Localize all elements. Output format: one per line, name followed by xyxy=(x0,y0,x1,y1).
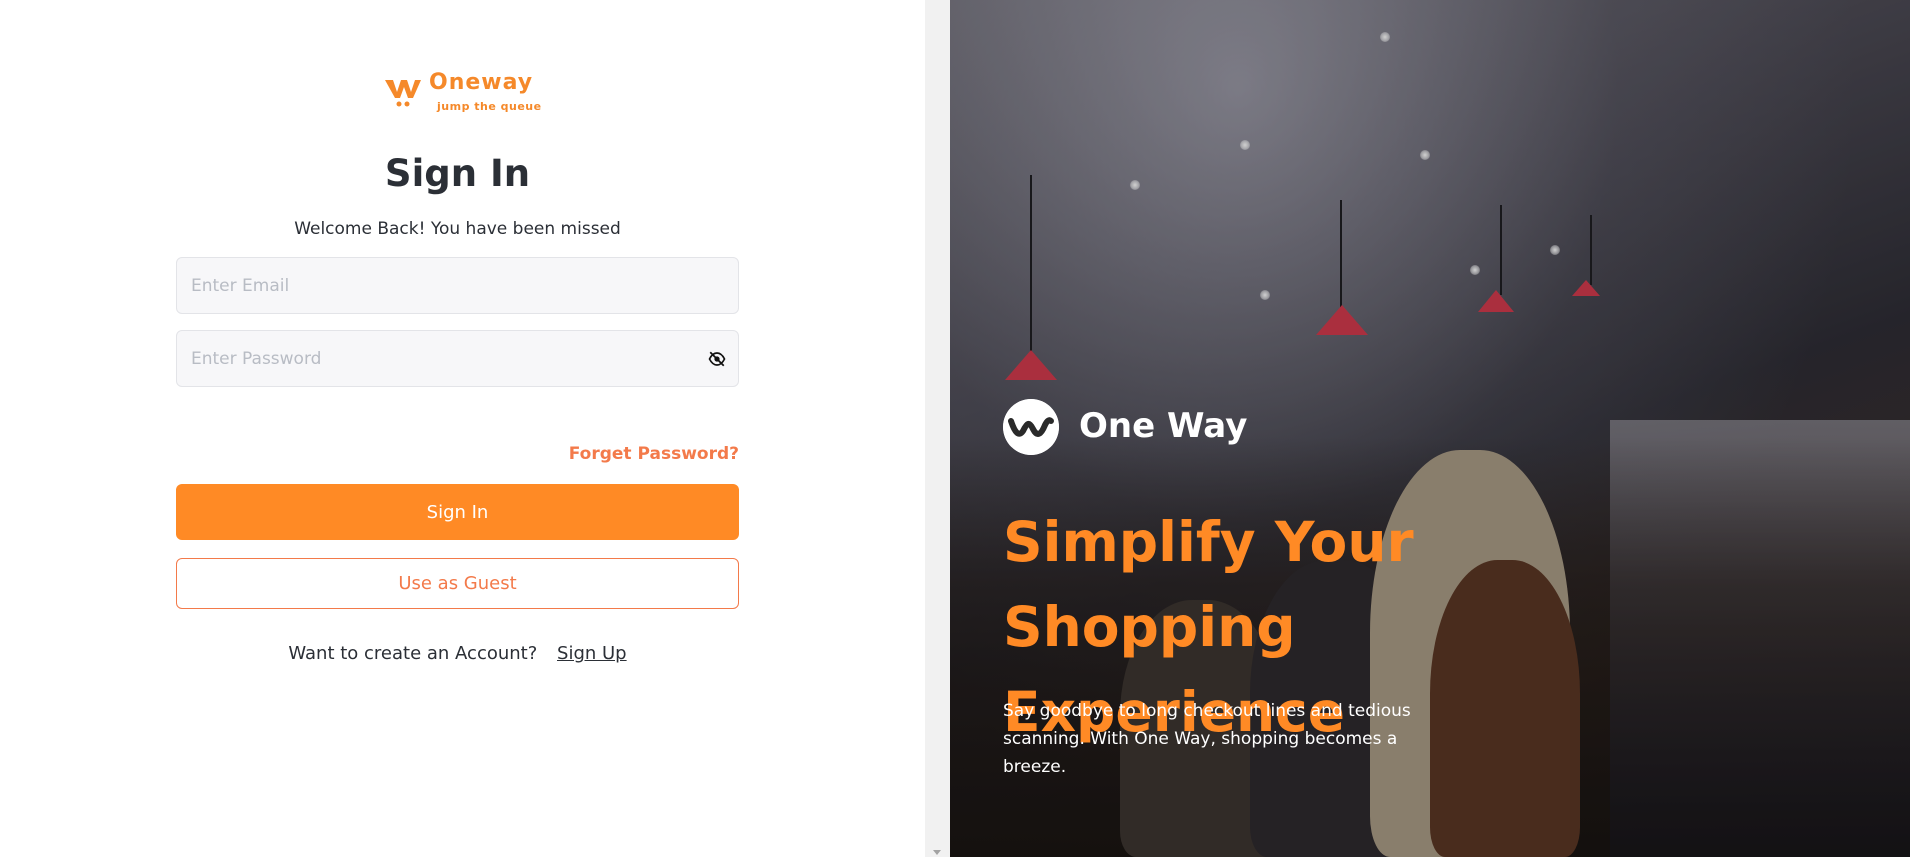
vertical-scrollbar[interactable] xyxy=(925,0,950,857)
logo-name: Oneway xyxy=(429,70,534,95)
oneway-logo: Oneway jump the queue xyxy=(383,70,543,116)
one-way-logo-icon xyxy=(1003,399,1059,455)
hero-panel: One Way Simplify Your Shopping Experienc… xyxy=(950,0,1910,857)
email-field-wrapper xyxy=(176,257,739,314)
signin-panel: Oneway jump the queue Sign In Welcome Ba… xyxy=(0,0,925,857)
hero-brand-name: One Way xyxy=(1079,406,1248,446)
oneway-logo-icon xyxy=(385,80,421,107)
signup-prompt: Want to create an Account? xyxy=(288,643,538,664)
password-field-wrapper xyxy=(176,330,739,387)
sign-in-button[interactable]: Sign In xyxy=(176,484,739,540)
page-title: Sign In xyxy=(384,152,531,195)
hero-description: Say goodbye to long checkout lines and t… xyxy=(1003,701,1411,777)
forgot-password-link[interactable]: Forget Password? xyxy=(569,444,739,464)
scroll-down-arrow-icon[interactable] xyxy=(933,850,941,855)
sign-up-link[interactable]: Sign Up xyxy=(557,643,627,664)
password-field[interactable] xyxy=(177,331,738,386)
forgot-password-row: Forget Password? xyxy=(176,444,739,464)
email-field[interactable] xyxy=(177,258,738,313)
signup-row: Want to create an Account? Sign Up xyxy=(176,643,739,664)
logo-tagline: jump the queue xyxy=(437,100,542,113)
page-subtitle: Welcome Back! You have been missed xyxy=(294,219,621,239)
use-as-guest-button[interactable]: Use as Guest xyxy=(176,558,739,609)
eye-off-icon[interactable] xyxy=(708,350,726,368)
